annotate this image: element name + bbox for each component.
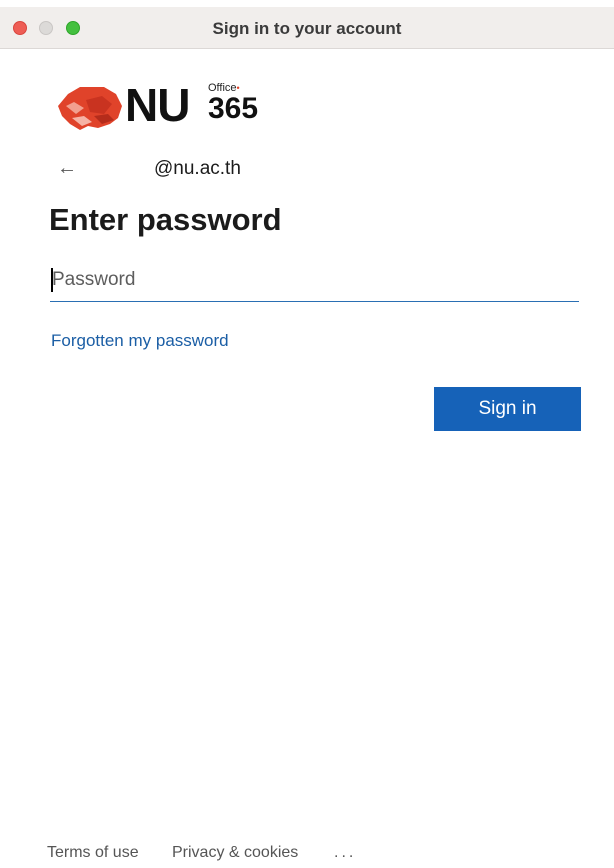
password-field-container	[50, 262, 579, 302]
account-identity-row: ← @nu.ac.th	[57, 156, 357, 182]
footer: Terms of use Privacy & cookies ...	[47, 843, 447, 865]
text-caret	[51, 268, 53, 292]
logo-365-text: 365	[208, 92, 259, 125]
elephant-logo-icon	[58, 87, 122, 130]
sign-in-button[interactable]: Sign in	[434, 387, 581, 431]
top-strip	[0, 0, 614, 7]
logo-nu-text: NU	[125, 79, 190, 131]
more-options-icon[interactable]: ...	[334, 843, 356, 863]
page-title: Enter password	[49, 202, 282, 237]
terms-of-use-link[interactable]: Terms of use	[47, 843, 139, 863]
sign-in-window: Sign in to your account NU Office• 365 ←…	[0, 0, 614, 868]
forgot-password-link[interactable]: Forgotten my password	[51, 331, 229, 351]
title-bar: Sign in to your account	[0, 7, 614, 49]
password-input[interactable]	[50, 262, 579, 298]
privacy-cookies-link[interactable]: Privacy & cookies	[172, 843, 298, 863]
window-title: Sign in to your account	[212, 19, 402, 38]
account-email: @nu.ac.th	[154, 158, 241, 179]
arrow-left-icon[interactable]: ←	[57, 156, 77, 180]
nu-office365-logo: NU Office• 365	[58, 79, 278, 132]
